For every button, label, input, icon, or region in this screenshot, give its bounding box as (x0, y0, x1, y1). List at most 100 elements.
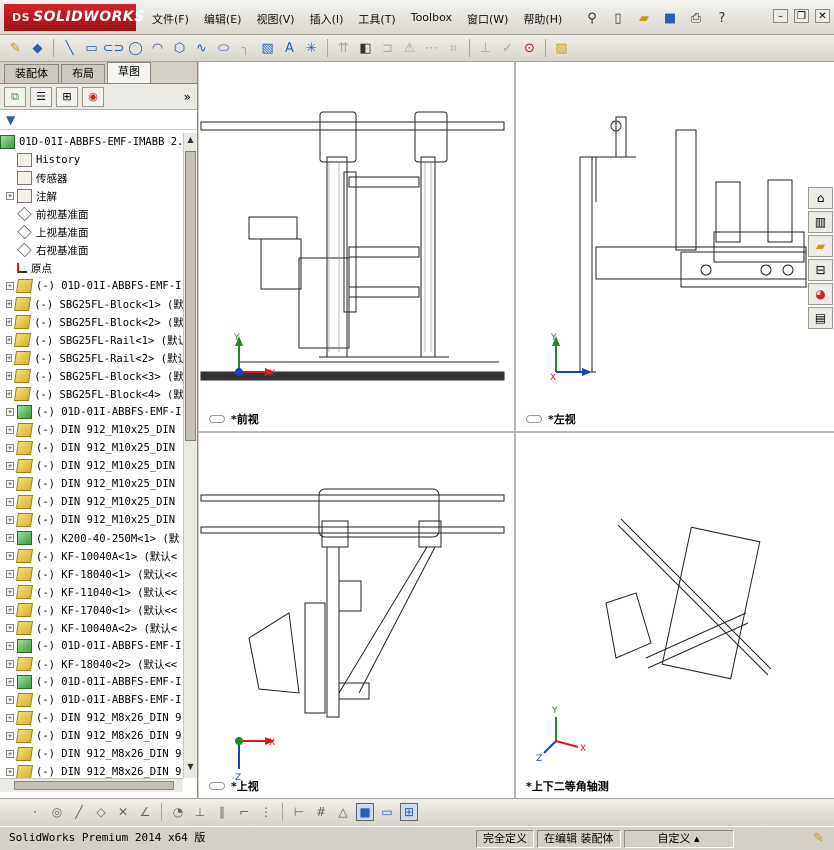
move-entities-icon[interactable]: ⌗ (444, 39, 463, 58)
minimize-icon[interactable]: – (773, 9, 788, 23)
corner-icon[interactable]: ⌐ (235, 803, 253, 821)
arc-icon[interactable]: ◠ (148, 39, 167, 58)
expand-icon[interactable]: + (6, 336, 13, 344)
link-views-icon[interactable] (209, 415, 225, 423)
tree-vertical-scrollbar[interactable]: ▲ ▼ (183, 133, 197, 778)
scroll-up-icon[interactable]: ▲ (184, 135, 197, 149)
expand-icon[interactable]: + (6, 498, 14, 506)
tree-item[interactable]: + (-) 01D-01I-ABBFS-EMF-I (0, 403, 183, 421)
viewport-front[interactable]: Y X *前视 (199, 62, 515, 432)
tree-item[interactable]: + (-) DIN 912_M8x26_DIN 9 (0, 745, 183, 763)
ellipse-icon[interactable]: ⬭ (214, 39, 233, 58)
line-icon[interactable]: ╲ (60, 39, 79, 58)
expand-icon[interactable]: + (6, 534, 14, 542)
tree-item[interactable]: + (-) DIN 912_M8x26_DIN 9 (0, 709, 183, 727)
tree-item[interactable]: 右视基准面 (0, 241, 183, 259)
expand-icon[interactable]: + (6, 426, 14, 434)
link-views-icon[interactable] (209, 782, 225, 790)
menu-edit[interactable]: 编辑(E) (204, 11, 251, 27)
repair-sketch-icon[interactable]: ✓ (498, 39, 517, 58)
rapid-sketch-icon[interactable]: ▨ (552, 39, 571, 58)
tree-item[interactable]: + (-) DIN 912_M8x26_DIN 9 (0, 763, 183, 778)
display-manager-icon[interactable]: ◉ (82, 86, 104, 107)
open-folder-icon[interactable]: ▰ (634, 8, 654, 28)
view-palette-icon[interactable]: ⊟ (808, 259, 833, 281)
save-icon[interactable]: ■ (660, 8, 680, 28)
tree-item[interactable]: + (-) 01D-01I-ABBFS-EMF-I (0, 673, 183, 691)
expand-icon[interactable]: + (6, 318, 13, 326)
tree-item[interactable]: History (0, 151, 183, 169)
menu-tools[interactable]: 工具(T) (358, 11, 404, 27)
viewport-left[interactable]: Y X *左视 (515, 62, 834, 432)
tree-item[interactable]: + (-) DIN 912_M10x25_DIN (0, 493, 183, 511)
tree-item[interactable]: + (-) KF-18040<2> (默认<< (0, 655, 183, 673)
grid-icon[interactable]: # (312, 803, 330, 821)
linear-pattern-icon[interactable]: ⋯ (422, 39, 441, 58)
tree-item[interactable]: 上视基准面 (0, 223, 183, 241)
four-viewport-icon[interactable]: ⊞ (400, 803, 418, 821)
tab-sketch[interactable]: 草图 (107, 62, 151, 83)
tree-item[interactable]: + (-) DIN 912_M10x25_DIN (0, 511, 183, 529)
tree-item[interactable]: + (-) 01D-01I-ABBFS-EMF-I (0, 277, 183, 295)
expand-icon[interactable]: + (6, 552, 14, 560)
menu-view[interactable]: 视图(V) (256, 11, 303, 27)
tree-item[interactable]: + (-) 01D-01I-ABBFS-EMF-I (0, 691, 183, 709)
pin-icon[interactable]: ⚲ (582, 8, 602, 28)
graphics-area[interactable]: ⌕ ⊕ ↶ ◩ ⬚ ◧ ◎ ● ⬢ ▦ ▯ ⊞ – ❐ ✕ (199, 62, 834, 798)
expand-icon[interactable]: + (6, 390, 13, 398)
solidworks-logo[interactable]: DS SOLIDWORKS (4, 4, 144, 31)
tree-item[interactable]: + (-) KF-10040A<1> (默认< (0, 547, 183, 565)
expand-icon[interactable]: + (6, 696, 14, 704)
rebuild-icon[interactable]: ✎ (813, 831, 824, 846)
expand-icon[interactable]: + (6, 606, 14, 614)
feature-manager-icon[interactable]: ⧉ (4, 86, 26, 107)
circle-icon[interactable]: ◯ (126, 39, 145, 58)
expand-icon[interactable]: + (6, 768, 14, 776)
menu-toolbox[interactable]: Toolbox (411, 11, 461, 27)
viewport-top[interactable]: X Z *上视 (199, 432, 515, 798)
tree-item[interactable]: + (-) SBG25FL-Block<3> (默 (0, 367, 183, 385)
grid-snap-icon[interactable]: ⋮ (257, 803, 275, 821)
tree-item[interactable]: 前视基准面 (0, 205, 183, 223)
expand-icon[interactable]: + (6, 192, 14, 200)
cross-icon[interactable]: ✕ (114, 803, 132, 821)
circle-icon[interactable]: ◎ (48, 803, 66, 821)
expand-icon[interactable]: + (6, 624, 14, 632)
trim-icon[interactable]: ⇈ (334, 39, 353, 58)
tree-item[interactable]: + (-) DIN 912_M10x25_DIN (0, 421, 183, 439)
tree-filter[interactable]: ▼ (0, 110, 197, 130)
line-icon[interactable]: ╱ (70, 803, 88, 821)
tree-item[interactable]: + (-) K200-40-250M<1> (默 (0, 529, 183, 547)
relations-icon[interactable]: ⊥ (476, 39, 495, 58)
expand-icon[interactable]: + (6, 588, 14, 596)
close-icon[interactable]: ✕ (815, 9, 830, 23)
appearances-icon[interactable]: ◕ (808, 283, 833, 305)
home-icon[interactable]: ⌂ (808, 187, 833, 209)
tree-item[interactable]: + (-) 01D-01I-ABBFS-EMF-I (0, 637, 183, 655)
fillet-icon[interactable]: ╮ (236, 39, 255, 58)
tree-item[interactable]: + 注解 (0, 187, 183, 205)
scroll-down-icon[interactable]: ▼ (184, 762, 197, 776)
diamond-icon[interactable]: ◇ (92, 803, 110, 821)
spline-icon[interactable]: ∿ (192, 39, 211, 58)
tree-item[interactable]: + (-) SBG25FL-Rail<1> (默认 (0, 331, 183, 349)
configuration-manager-icon[interactable]: ⊞ (56, 86, 78, 107)
expand-panel-icon[interactable]: » (184, 90, 191, 104)
quick-snaps-icon[interactable]: ⊙ (520, 39, 539, 58)
single-viewport-icon[interactable]: ▭ (378, 803, 396, 821)
new-document-icon[interactable]: ▯ (608, 8, 628, 28)
tree-item[interactable]: + (-) KF-11040<1> (默认<< (0, 583, 183, 601)
custom-properties-icon[interactable]: ▤ (808, 307, 833, 329)
expand-icon[interactable]: + (6, 714, 14, 722)
tree-root[interactable]: 01D-01I-ABBFS-EMF-IMABB 2.: (0, 133, 183, 151)
triangle-icon[interactable]: △ (334, 803, 352, 821)
tree-item[interactable]: + (-) SBG25FL-Rail<2> (默认 (0, 349, 183, 367)
tree-item[interactable]: + (-) DIN 912_M10x25_DIN (0, 457, 183, 475)
expand-icon[interactable]: + (6, 642, 14, 650)
polygon-icon[interactable]: ⬡ (170, 39, 189, 58)
tree-item[interactable]: 原点 (0, 259, 183, 277)
scroll-thumb[interactable] (14, 781, 174, 790)
point-icon[interactable]: ✳ (302, 39, 321, 58)
tree-item[interactable]: + (-) DIN 912_M10x25_DIN (0, 439, 183, 457)
menu-insert[interactable]: 插入(I) (310, 11, 353, 27)
